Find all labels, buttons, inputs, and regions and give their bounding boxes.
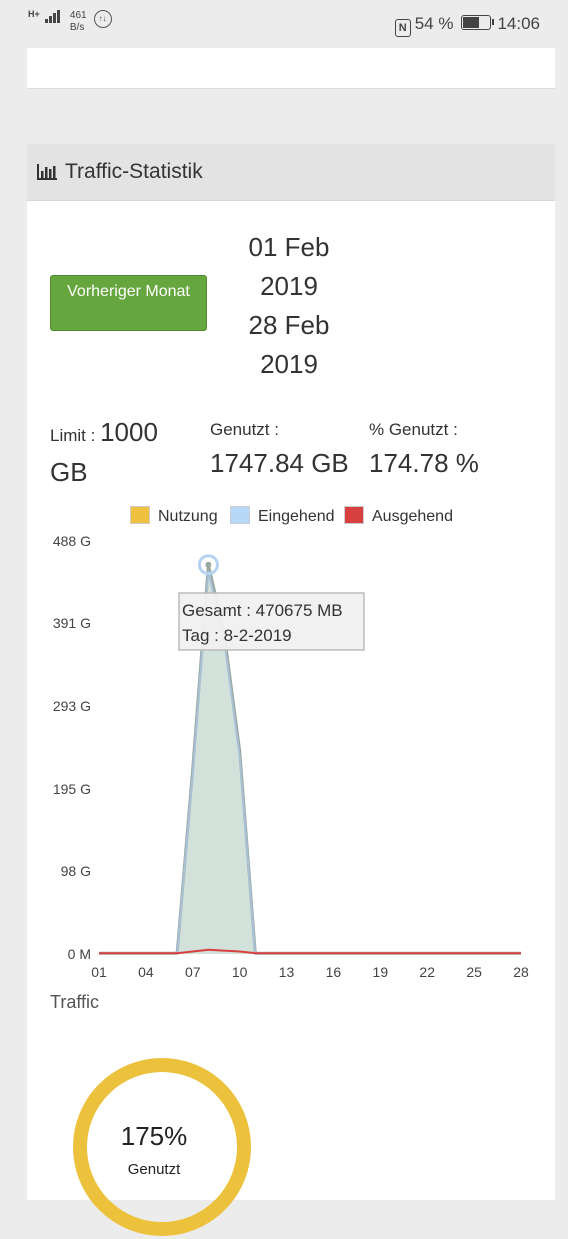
x-tick-label: 28 xyxy=(513,964,529,980)
legend-label: Ausgehend xyxy=(372,508,453,525)
legend-swatch xyxy=(344,506,364,524)
signal-icon xyxy=(44,10,61,23)
x-tick-label: 07 xyxy=(185,964,201,980)
legend-item-ausgehend[interactable]: Ausgehend xyxy=(344,506,453,526)
status-bar: H+ 461 B/s ↑↓ N 54 % 14:06 xyxy=(0,0,568,48)
y-tick-label: 0 M xyxy=(68,946,91,962)
x-tick-label: 01 xyxy=(91,964,107,980)
limit-label: Limit : xyxy=(50,426,96,445)
bar-chart-icon xyxy=(37,164,57,180)
x-tick-label: 04 xyxy=(138,964,154,980)
date-range: 01 Feb 2019 28 Feb 2019 xyxy=(237,228,341,384)
x-tick-label: 22 xyxy=(419,964,435,980)
nfc-icon: N xyxy=(394,19,411,37)
legend-item-eingehend[interactable]: Eingehend xyxy=(230,506,335,526)
y-tick-label: 391 G xyxy=(53,615,91,631)
donut-caption: Genutzt xyxy=(127,1161,181,1178)
battery-icon xyxy=(461,15,495,30)
highlight-point xyxy=(205,561,212,568)
percent-label: % Genutzt : xyxy=(369,420,458,439)
data-rate-value: 461 xyxy=(69,10,87,21)
x-tick-label: 19 xyxy=(373,964,389,980)
y-tick-label: 293 G xyxy=(53,698,91,714)
limit-value: 1000 xyxy=(100,417,158,447)
date-line: 2019 xyxy=(260,271,318,301)
donut-percent: 175% xyxy=(120,1121,188,1151)
tooltip-total: Gesamt : 470675 MB xyxy=(182,601,343,620)
data-rate-unit: B/s xyxy=(69,22,85,33)
data-rate: 461 B/s xyxy=(70,10,87,34)
tooltip-day: Tag : 8-2-2019 xyxy=(182,626,292,645)
status-left: H+ 461 B/s ↑↓ xyxy=(28,10,112,34)
used-label: Genutzt : xyxy=(210,420,279,439)
clock: 14:06 xyxy=(497,14,540,33)
legend-swatch xyxy=(130,506,150,524)
date-line: 28 Feb xyxy=(248,310,330,340)
data-saver-icon: ↑↓ xyxy=(93,10,112,28)
legend-item-nutzung[interactable]: Nutzung xyxy=(130,506,218,526)
percent-stat: % Genutzt : 174.78 % xyxy=(369,420,479,479)
legend-swatch xyxy=(230,506,250,524)
traffic-section-label: Traffic xyxy=(50,992,100,1012)
previous-card xyxy=(27,48,555,89)
previous-month-button[interactable]: Vorheriger Monat xyxy=(50,275,207,331)
x-tick-label: 25 xyxy=(466,964,482,980)
traffic-panel: Traffic-Statistik Vorheriger Monat 01 Fe… xyxy=(27,144,555,1236)
limit-stat: Limit : 1000 GB xyxy=(50,414,190,494)
battery-percent: 54 % xyxy=(414,14,454,33)
percent-value: 174.78 % xyxy=(369,448,479,478)
used-value: 1747.84 GB xyxy=(210,448,349,478)
y-tick-label: 488 G xyxy=(53,533,91,549)
y-tick-label: 195 G xyxy=(53,781,91,797)
x-tick-label: 16 xyxy=(326,964,342,980)
x-tick-label: 13 xyxy=(279,964,295,980)
status-right: N 54 % 14:06 xyxy=(394,14,540,37)
series-line-ausgehend xyxy=(99,948,521,955)
date-line: 2019 xyxy=(260,349,318,379)
y-tick-label: 98 G xyxy=(61,863,91,879)
legend-label: Nutzung xyxy=(158,508,218,525)
network-type: H+ xyxy=(28,9,40,19)
x-tick-label: 10 xyxy=(232,964,248,980)
used-stat: Genutzt : 1747.84 GB xyxy=(210,420,349,479)
panel-header: Traffic-Statistik xyxy=(27,144,555,201)
traffic-area-chart[interactable]: 488 G 391 G 293 G 195 G 98 G 0 M01 04 07 10 13 16 1… xyxy=(27,529,555,989)
date-line: 01 Feb xyxy=(248,232,330,262)
limit-unit: GB xyxy=(50,457,88,487)
legend-label: Eingehend xyxy=(258,508,335,525)
panel-title: Traffic-Statistik xyxy=(65,160,203,183)
